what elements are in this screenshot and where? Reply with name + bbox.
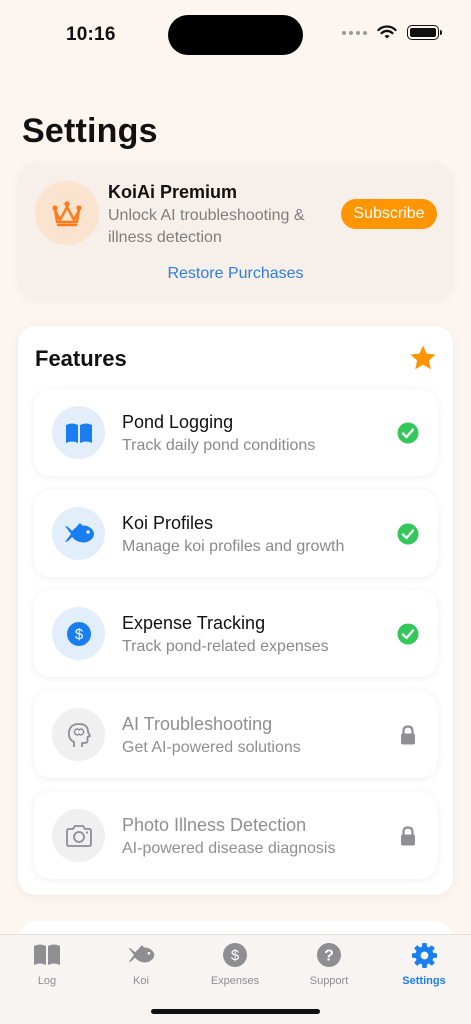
battery-icon [407, 25, 442, 40]
features-title: Features [35, 346, 127, 371]
feature-row-pond-logging[interactable]: Pond Logging Track daily pond conditions [34, 389, 437, 476]
cellular-signal-icon [342, 30, 367, 35]
lock-icon [401, 725, 415, 745]
feature-name: Koi Profiles [122, 513, 214, 533]
feature-description: Track daily pond conditions [122, 437, 316, 454]
wifi-icon [377, 25, 397, 39]
feature-description: Track pond-related expenses [122, 638, 329, 655]
feature-name: Photo Illness Detection [122, 815, 307, 835]
feature-description: Manage koi profiles and growth [122, 538, 345, 555]
lock-icon [401, 826, 415, 846]
fish-icon [126, 941, 156, 969]
book-icon [32, 941, 62, 969]
home-indicator[interactable] [151, 1009, 320, 1014]
feature-row-photo-illness-detection[interactable]: Photo Illness Detection AI-powered disea… [34, 792, 437, 879]
star-icon [410, 345, 436, 370]
status-icons [342, 25, 442, 40]
dollar-icon: $ [220, 941, 250, 969]
feature-name: Expense Tracking [122, 613, 266, 633]
tab-settings[interactable]: Settings [377, 941, 471, 991]
feature-name: Pond Logging [122, 412, 234, 432]
svg-text:$: $ [231, 947, 240, 964]
brain-head-icon [52, 708, 105, 761]
tab-label: Support [309, 975, 349, 987]
tab-koi[interactable]: Koi [94, 941, 188, 991]
feature-row-expense-tracking[interactable]: $ Expense Tracking Track pond-related ex… [34, 590, 437, 677]
feature-name: AI Troubleshooting [122, 714, 273, 734]
dynamic-island [168, 15, 303, 55]
features-card: Features Pond Logging Track daily pond c… [18, 326, 453, 895]
restore-purchases-link[interactable]: Restore Purchases [18, 265, 453, 283]
tab-support[interactable]: ? Support [282, 941, 376, 991]
feature-row-ai-troubleshooting[interactable]: AI Troubleshooting Get AI-powered soluti… [34, 691, 437, 778]
tab-label: Settings [402, 975, 446, 987]
tab-label: Expenses [210, 975, 260, 987]
checkmark-circle-icon [397, 623, 419, 645]
feature-description: Get AI-powered solutions [122, 739, 301, 756]
svg-text:?: ? [324, 948, 334, 965]
dollar-icon: $ [52, 607, 105, 660]
question-icon: ? [314, 941, 344, 969]
feature-row-koi-profiles[interactable]: Koi Profiles Manage koi profiles and gro… [34, 490, 437, 577]
camera-icon [52, 809, 105, 862]
fish-icon [52, 507, 105, 560]
premium-title: KoiAi Premium [108, 182, 238, 202]
checkmark-circle-icon [397, 422, 419, 444]
premium-subtitle: Unlock AI troubleshooting & illness dete… [108, 207, 305, 246]
tab-expenses[interactable]: $ Expenses [188, 941, 282, 991]
crown-icon [35, 181, 99, 245]
tab-label: Log [37, 975, 57, 987]
tab-log[interactable]: Log [0, 941, 94, 991]
page-title: Settings [22, 112, 158, 150]
book-icon [52, 406, 105, 459]
premium-card: KoiAi Premium Unlock AI troubleshooting … [18, 163, 453, 298]
feature-description: AI-powered disease diagnosis [122, 840, 336, 857]
checkmark-circle-icon [397, 523, 419, 545]
subscribe-button[interactable]: Subscribe [341, 199, 437, 229]
status-time: 10:16 [66, 24, 116, 45]
status-bar: 10:16 [0, 0, 471, 62]
svg-text:$: $ [74, 626, 83, 643]
gear-icon [409, 941, 439, 969]
tab-label: Koi [133, 975, 149, 987]
